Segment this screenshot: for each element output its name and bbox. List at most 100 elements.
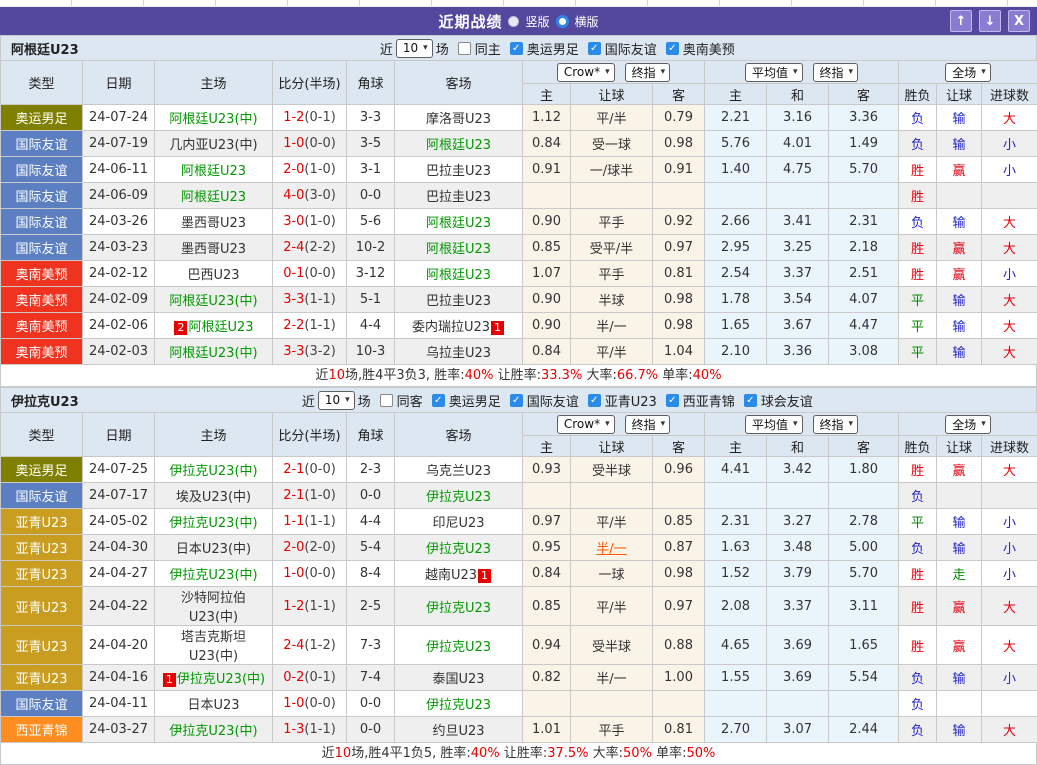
column-subheader: 让球 — [571, 436, 653, 457]
home-team-name: 巴西U23 — [187, 268, 239, 283]
corner-cell: 4-4 — [347, 313, 395, 339]
league-filter-checkbox[interactable] — [588, 394, 601, 407]
league-cell: 奥南美预 — [1, 261, 83, 287]
away-team-name: 巴拉圭U23 — [426, 164, 491, 179]
result-handicap-cell: 输 — [937, 313, 982, 339]
match-count-select[interactable]: 10 — [318, 391, 355, 410]
league-cell: 国际友谊 — [1, 691, 83, 717]
match-row: 奥运男足24-07-25伊拉克U23(中)2-1(0-0)2-3乌克兰U230.… — [1, 457, 1037, 483]
halftime-score: (0-1) — [304, 670, 335, 685]
odds-source-select[interactable]: 终指 — [813, 415, 859, 434]
handicap-away-odds: 1.04 — [653, 339, 705, 365]
close-icon[interactable]: X — [1008, 10, 1030, 32]
fulltime-score: 1-3 — [283, 722, 304, 737]
league-filter-checkbox[interactable] — [666, 394, 679, 407]
odds-source-select[interactable]: Crow* — [557, 415, 615, 434]
handicap-line — [571, 183, 653, 209]
home-team-name: 阿根廷U23(中) — [169, 346, 257, 361]
recent-results-panel: 近期战绩 竖版 横版 ↑ ↓ X 阿根廷U23近10场同主奥运男足国际友谊奥南美… — [0, 0, 1037, 765]
odds-source-select[interactable]: 终指 — [813, 63, 859, 82]
handicap-line: 半/一 — [571, 535, 653, 561]
league-filter-checkbox[interactable] — [510, 394, 523, 407]
result-handicap-cell: 赢 — [937, 587, 982, 626]
away-team-cell: 伊拉克U23 — [395, 587, 523, 626]
odds-source-select[interactable]: 平均值 — [745, 415, 803, 434]
away-team-cell: 阿根廷U23 — [395, 209, 523, 235]
home-team-name: 墨西哥U23 — [181, 242, 246, 257]
result-winloss-cell: 胜 — [899, 561, 937, 587]
column-header: 日期 — [83, 413, 155, 457]
avg-draw-odds: 4.75 — [767, 157, 829, 183]
match-row: 国际友谊24-04-11日本U231-0(0-0)0-0伊拉克U23负 — [1, 691, 1037, 717]
date-cell: 24-04-11 — [83, 691, 155, 717]
handicap-line-text: 一球 — [598, 568, 624, 583]
move-up-button[interactable]: ↑ — [950, 10, 972, 32]
corner-cell: 0-0 — [347, 691, 395, 717]
odds-source-select[interactable]: 全场 — [945, 63, 991, 82]
halftime-score: (1-2) — [304, 638, 335, 653]
result-goals-cell — [982, 183, 1037, 209]
column-subheader: 主 — [523, 436, 571, 457]
odds-source-select[interactable]: 平均值 — [745, 63, 803, 82]
home-team-cell: 阿根廷U23 — [155, 183, 273, 209]
odds-source-select[interactable]: 终指 — [625, 63, 671, 82]
date-cell: 24-03-27 — [83, 717, 155, 743]
titlebar: 近期战绩 竖版 横版 ↑ ↓ X — [0, 7, 1037, 35]
halftime-score: (0-0) — [304, 462, 335, 477]
handicap-away-odds: 0.97 — [653, 587, 705, 626]
league-filter-checkbox[interactable] — [666, 42, 679, 55]
away-team-cell: 伊拉克U23 — [395, 626, 523, 665]
move-down-button[interactable]: ↓ — [979, 10, 1001, 32]
odds-source-select[interactable]: 全场 — [945, 415, 991, 434]
odds-source-select[interactable]: 终指 — [625, 415, 671, 434]
corner-cell: 2-3 — [347, 457, 395, 483]
filter-bar: 近10场同客奥运男足国际友谊亚青U23西亚青锦球会友谊 — [79, 391, 1036, 410]
handicap-away-odds: 0.98 — [653, 313, 705, 339]
fulltime-score: 2-1 — [283, 488, 304, 503]
handicap-away-odds: 0.81 — [653, 717, 705, 743]
handicap-line-text: 平/半 — [596, 516, 626, 531]
odds-source-select[interactable]: Crow* — [557, 63, 615, 82]
result-handicap-cell: 输 — [937, 717, 982, 743]
handicap-line: 半球 — [571, 287, 653, 313]
corner-cell: 7-3 — [347, 626, 395, 665]
summary-text: 66.7% — [617, 368, 658, 383]
handicap-line: 半/一 — [571, 313, 653, 339]
header-group-row: 类型日期主场比分(半场)角球客场Crow*终指平均值终指全场 — [1, 413, 1037, 436]
horizontal-layout-radio[interactable] — [556, 15, 569, 28]
home-team-name: 墨西哥U23 — [181, 216, 246, 231]
avg-home-odds — [705, 483, 767, 509]
result-handicap-cell: 输 — [937, 339, 982, 365]
handicap-home-odds: 0.84 — [523, 339, 571, 365]
same-venue-checkbox[interactable] — [458, 42, 471, 55]
red-card-badge: 1 — [163, 673, 176, 687]
match-count-select[interactable]: 10 — [396, 39, 433, 58]
red-card-badge: 2 — [174, 321, 187, 335]
handicap-home-odds: 0.90 — [523, 313, 571, 339]
score-cell: 2-4(1-2) — [273, 626, 347, 665]
handicap-away-odds: 0.85 — [653, 509, 705, 535]
red-card-badge: 1 — [478, 569, 491, 583]
match-row: 奥南美预24-02-03阿根廷U23(中)3-3(3-2)10-3乌拉圭U230… — [1, 339, 1037, 365]
avg-home-odds: 2.08 — [705, 587, 767, 626]
halftime-score: (0-0) — [304, 566, 335, 581]
vertical-layout-radio[interactable] — [508, 16, 519, 27]
summary-text: 40% — [471, 746, 500, 761]
avg-away-odds — [829, 483, 899, 509]
league-filter-checkbox[interactable] — [744, 394, 757, 407]
handicap-line-text: 受半球 — [592, 464, 631, 479]
league-filter-checkbox[interactable] — [588, 42, 601, 55]
fulltime-score: 3-3 — [283, 344, 304, 359]
league-filter-checkbox[interactable] — [510, 42, 523, 55]
home-team-cell: 伊拉克U23(中) — [155, 457, 273, 483]
avg-home-odds: 1.78 — [705, 287, 767, 313]
match-row: 亚青U2324-04-161伊拉克U23(中)0-2(0-1)7-4泰国U230… — [1, 665, 1037, 691]
result-winloss-cell: 负 — [899, 665, 937, 691]
column-subheader: 让球 — [937, 84, 982, 105]
same-venue-checkbox[interactable] — [380, 394, 393, 407]
league-filter-checkbox[interactable] — [432, 394, 445, 407]
score-cell: 2-0(2-0) — [273, 535, 347, 561]
fulltime-score: 1-2 — [283, 599, 304, 614]
handicap-home-odds: 0.91 — [523, 157, 571, 183]
summary-text: 大率: — [589, 746, 624, 761]
